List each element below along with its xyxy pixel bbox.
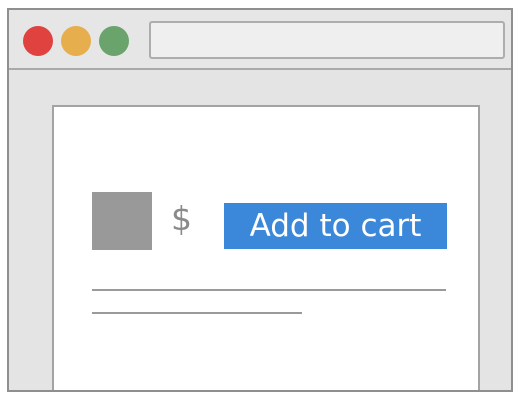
close-window-icon[interactable]	[23, 26, 53, 56]
page-content: $ Add to cart	[52, 105, 480, 390]
add-to-cart-button[interactable]: Add to cart	[224, 203, 447, 249]
description-line-short	[92, 312, 302, 314]
zoom-window-icon[interactable]	[99, 26, 129, 56]
product-image-placeholder-icon	[92, 192, 152, 250]
description-line	[92, 289, 446, 291]
minimize-window-icon[interactable]	[61, 26, 91, 56]
address-bar[interactable]	[149, 21, 505, 59]
browser-window: $ Add to cart	[7, 8, 513, 392]
title-bar	[9, 10, 511, 70]
price-label: $	[171, 199, 192, 238]
